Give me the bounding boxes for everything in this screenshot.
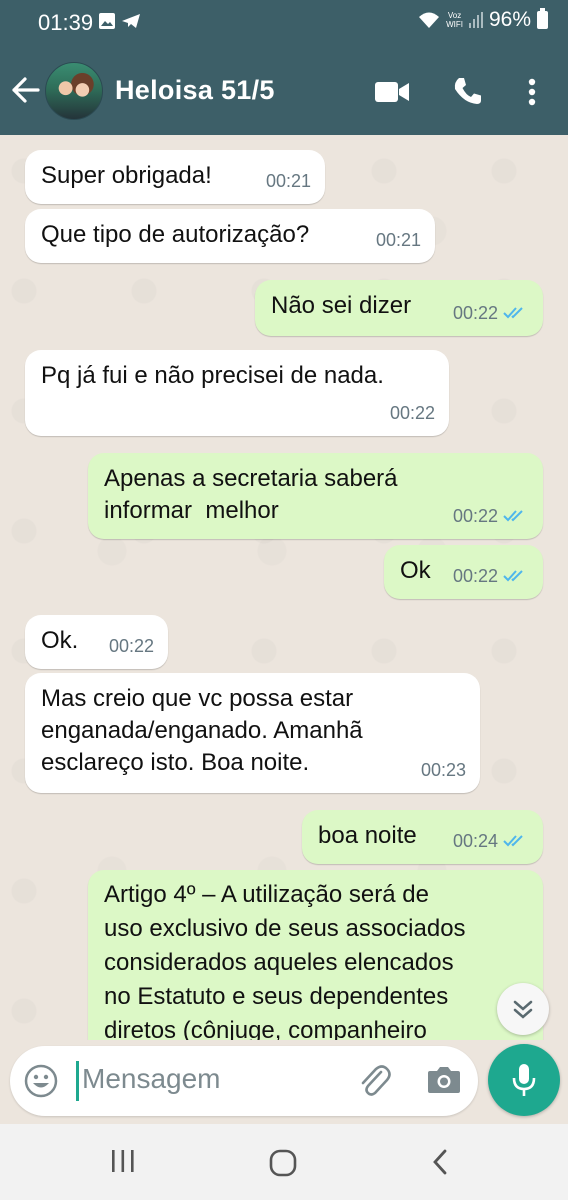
recents-icon[interactable]: [109, 1148, 137, 1174]
message-time: 00:22: [452, 506, 498, 526]
video-camera-icon[interactable]: [375, 81, 409, 103]
phone-icon[interactable]: [453, 76, 483, 106]
message-time: 00:21: [265, 171, 311, 191]
arrow-left-icon[interactable]: [10, 70, 42, 110]
message-bubble-outgoing[interactable]: boa noite 00:24: [302, 810, 543, 864]
message-bubble-incoming[interactable]: Super obrigada! 00:21: [25, 150, 325, 204]
more-vertical-icon[interactable]: [528, 78, 536, 106]
wifi-icon: [419, 12, 440, 28]
message-input[interactable]: Mensagem: [82, 1063, 221, 1095]
contact-name[interactable]: Heloisa 51/5: [115, 75, 275, 106]
battery-percent: 96%: [488, 8, 531, 31]
smiley-icon[interactable]: [24, 1064, 58, 1098]
message-bubble-outgoing[interactable]: Artigo 4º – A utilização será de uso exc…: [88, 870, 543, 1040]
paperclip-icon[interactable]: [357, 1062, 391, 1100]
system-nav-bar: [0, 1124, 568, 1200]
message-composer[interactable]: Mensagem: [10, 1046, 478, 1116]
message-time: 00:22: [108, 636, 154, 656]
message-text: Apenas a secretaria saberá informar melh…: [104, 465, 398, 524]
message-text: Pq já fui e não precisei de nada.: [41, 362, 384, 389]
message-time: 00:23: [420, 760, 466, 780]
status-time: 01:39: [38, 10, 94, 35]
message-text: Que tipo de autorização?: [41, 221, 310, 248]
voz-wifi-label: Voz WIFI: [446, 11, 463, 29]
microphone-icon: [512, 1064, 536, 1096]
chevron-left-icon[interactable]: [430, 1148, 450, 1176]
message-text: Ok.: [41, 627, 79, 654]
chat-header: Heloisa 51/5: [0, 48, 568, 135]
double-check-icon: [503, 835, 523, 847]
message-time: 00:22: [389, 403, 435, 423]
message-bubble-incoming[interactable]: Pq já fui e não precisei de nada. 00:22: [25, 350, 449, 436]
signal-icon: [468, 12, 483, 28]
message-bubble-outgoing[interactable]: Não sei dizer 00:22: [255, 280, 543, 336]
message-text: Ok: [400, 557, 431, 584]
message-text: Super obrigada!: [41, 162, 212, 189]
double-check-icon: [503, 570, 523, 582]
double-check-icon: [503, 307, 523, 319]
voice-message-button[interactable]: [488, 1044, 560, 1116]
scroll-to-bottom-button[interactable]: [497, 983, 549, 1035]
notification-icons: [98, 11, 146, 36]
message-list[interactable]: Super obrigada! 00:21 Que tipo de autori…: [0, 135, 568, 1040]
message-text: Não sei dizer: [271, 292, 412, 319]
message-time: 00:22: [452, 303, 498, 323]
message-bubble-incoming[interactable]: Ok. 00:22: [25, 615, 168, 669]
battery-icon: [537, 8, 548, 29]
contact-avatar[interactable]: [45, 62, 103, 120]
message-text: boa noite: [318, 822, 417, 849]
message-text: Artigo 4º – A utilização será de uso exc…: [104, 881, 466, 1040]
status-bar: 01:39 Voz WIFI 96%: [0, 0, 568, 48]
message-text: Mas creio que vc possa estar enganada/en…: [41, 685, 363, 776]
double-check-icon: [503, 510, 523, 522]
message-bubble-incoming[interactable]: Mas creio que vc possa estar enganada/en…: [25, 673, 480, 793]
message-time: 00:22: [452, 566, 498, 586]
message-time: 00:24: [452, 831, 498, 851]
message-time: 00:21: [375, 230, 421, 250]
message-bubble-outgoing[interactable]: Ok 00:22: [384, 545, 543, 599]
home-icon[interactable]: [268, 1148, 298, 1178]
message-bubble-outgoing[interactable]: Apenas a secretaria saberá informar melh…: [88, 453, 543, 539]
text-caret: [76, 1061, 79, 1101]
message-bubble-incoming[interactable]: Que tipo de autorização? 00:21: [25, 209, 435, 263]
double-chevron-down-icon: [513, 1000, 533, 1019]
gallery-telegram-icon: [99, 13, 140, 29]
camera-icon[interactable]: [427, 1064, 461, 1094]
